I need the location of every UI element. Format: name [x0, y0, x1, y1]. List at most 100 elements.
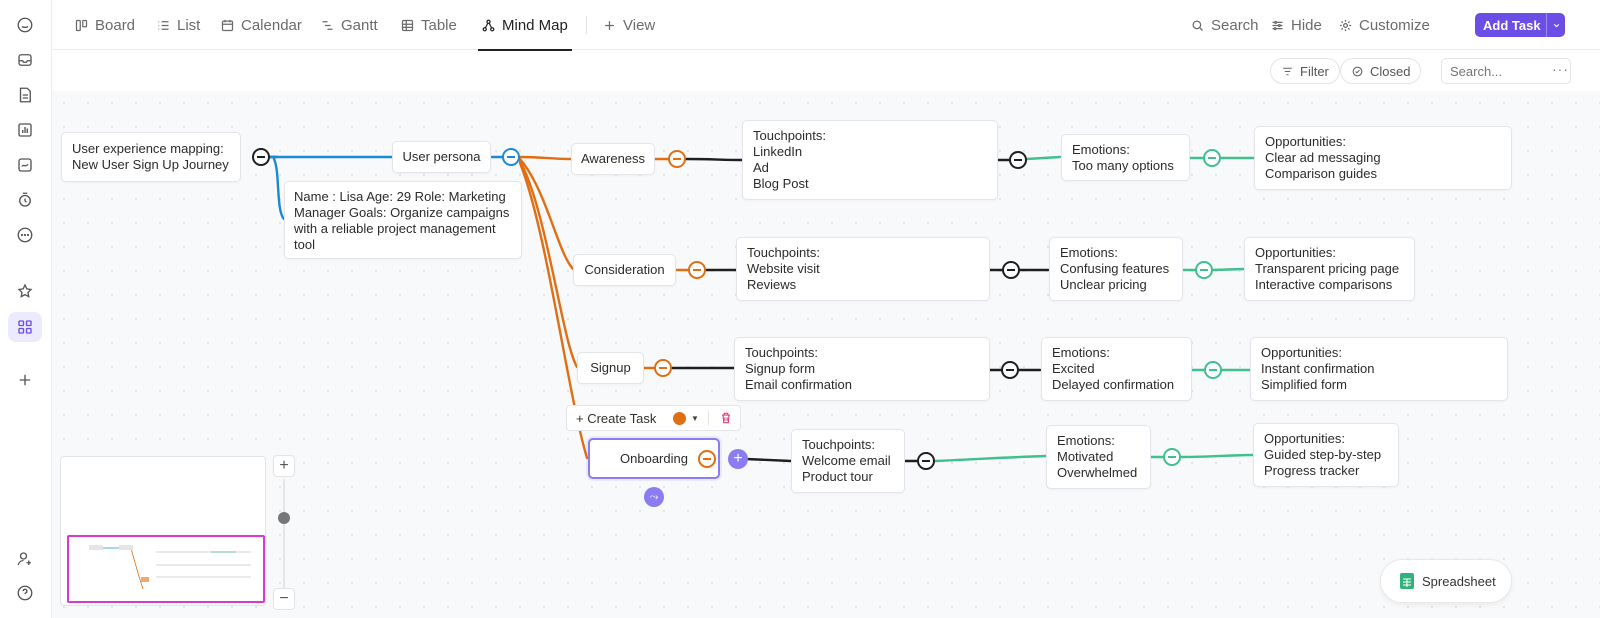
touchpoints-node-onboarding[interactable]: Touchpoints: Welcome email Product tour [791, 429, 905, 493]
zoom-in-button[interactable]: + [273, 455, 295, 477]
search-button[interactable]: Search [1190, 0, 1259, 50]
table-icon [401, 19, 414, 31]
em2-to-op-link [1211, 267, 1246, 272]
tab-mind-map[interactable]: Mind Map [478, 0, 572, 51]
zoom-control: + − [273, 455, 295, 618]
chevron-down-icon[interactable] [1546, 13, 1565, 37]
board-icon [75, 19, 88, 31]
customize-button[interactable]: Customize [1338, 0, 1430, 50]
emotions-node-onboarding[interactable]: Emotions: Motivated Overwhelmed [1046, 425, 1151, 489]
tab-table-label: Table [421, 16, 457, 34]
more-icon[interactable] [8, 220, 42, 250]
opportunities-node-awareness[interactable]: Opportunities: Clear ad messaging Compar… [1254, 126, 1512, 190]
add-view-button[interactable]: View [602, 0, 655, 50]
gantt-icon [322, 20, 333, 30]
hide-label: Hide [1291, 16, 1322, 34]
stage-node-awareness[interactable]: Awareness [571, 143, 655, 175]
emotions-node-awareness[interactable]: Emotions: Too many options [1061, 134, 1190, 181]
customize-label: Customize [1359, 16, 1430, 34]
dashboards-icon[interactable] [8, 115, 42, 145]
caret-down-icon[interactable]: ▼ [691, 414, 699, 423]
persona-to-awareness-link [518, 155, 573, 161]
emotions-node-signup[interactable]: Emotions: Excited Delayed confirmation [1041, 337, 1192, 401]
divider [707, 410, 709, 426]
persona-node[interactable]: User persona [392, 141, 491, 173]
hide-button[interactable]: Hide [1270, 0, 1322, 50]
tab-board-label: Board [95, 16, 136, 34]
docs-icon[interactable] [8, 80, 42, 110]
help-icon[interactable] [8, 578, 42, 608]
spaces-icon[interactable] [8, 312, 42, 342]
stage-node-consideration[interactable]: Consideration [573, 254, 676, 286]
tab-board[interactable]: Board [74, 0, 135, 50]
tab-calendar[interactable]: Calendar [220, 0, 302, 50]
tab-mind-map-label: Mind Map [502, 16, 568, 34]
persona-details-node[interactable]: Name : Lisa Age: 29 Role: Marketing Mana… [284, 181, 522, 259]
collapse-icon[interactable] [1203, 149, 1221, 167]
mindmap-icon [482, 19, 495, 31]
collapse-icon[interactable] [1009, 151, 1027, 169]
tab-list[interactable]: List [156, 0, 200, 50]
touchpoints-node-awareness[interactable]: Touchpoints: LinkedIn Ad Blog Post [742, 120, 998, 200]
tp1-to-em-link [1025, 155, 1062, 161]
zoom-out-button[interactable]: − [273, 588, 295, 610]
calendar-icon [221, 19, 234, 31]
timer-icon[interactable] [8, 185, 42, 215]
favorites-icon[interactable] [8, 276, 42, 306]
em4-to-op-link [1179, 453, 1255, 459]
whiteboards-icon[interactable] [8, 150, 42, 180]
create-task-button[interactable]: + Create Task [567, 411, 665, 426]
collapse-icon[interactable] [688, 261, 706, 279]
closed-button[interactable]: Closed [1340, 58, 1422, 84]
touchpoints-node-consideration[interactable]: Touchpoints: Website visit Reviews [736, 237, 990, 301]
status-color-swatch[interactable] [673, 411, 686, 425]
mind-map-canvas[interactable]: User experience mapping: New User Sign U… [52, 91, 1600, 618]
add-task-button[interactable]: Add Task [1475, 13, 1565, 37]
collapse-icon[interactable] [1163, 448, 1181, 466]
collapse-icon[interactable] [1195, 261, 1213, 279]
node-toolbar: + Create Task ▼ [566, 405, 741, 431]
collapse-icon[interactable] [1001, 361, 1019, 379]
add-child-icon[interactable]: + [728, 449, 748, 469]
collapse-icon[interactable] [502, 148, 520, 166]
filter-bar: Filter Closed ··· [52, 51, 1600, 91]
inbox-icon[interactable] [8, 45, 42, 75]
closed-label: Closed [1370, 63, 1411, 79]
more-options-icon[interactable]: ··· [1552, 61, 1569, 77]
onboarding-to-touchpoints-link [744, 457, 793, 463]
touchpoints-node-signup[interactable]: Touchpoints: Signup form Email confirmat… [734, 337, 990, 401]
root-node[interactable]: User experience mapping: New User Sign U… [61, 132, 241, 182]
add-icon[interactable] [8, 365, 42, 395]
zoom-slider-handle[interactable] [278, 512, 290, 524]
collapse-icon[interactable] [1002, 261, 1020, 279]
collapse-icon[interactable] [1204, 361, 1222, 379]
home-icon[interactable] [8, 10, 42, 40]
check-circle-icon [1352, 66, 1363, 76]
zoom-track[interactable] [283, 479, 285, 589]
tab-table[interactable]: Table [400, 0, 457, 50]
emotions-node-consideration[interactable]: Emotions: Confusing features Unclear pri… [1049, 237, 1183, 301]
collapse-icon[interactable] [698, 450, 716, 468]
collapse-icon[interactable] [654, 359, 672, 377]
collapse-icon[interactable] [917, 452, 935, 470]
stage-node-signup[interactable]: Signup [577, 352, 644, 384]
search-icon [1192, 20, 1203, 31]
add-task-label: Add Task [1483, 17, 1541, 33]
drag-handle-icon[interactable]: ⤳ [644, 487, 664, 507]
minimap-viewport[interactable] [67, 535, 265, 603]
divider [586, 16, 587, 34]
tab-gantt[interactable]: Gantt [320, 0, 378, 50]
minimap[interactable] [60, 456, 266, 606]
opportunities-node-consideration[interactable]: Opportunities: Transparent pricing page … [1244, 237, 1415, 301]
opportunities-node-signup[interactable]: Opportunities: Instant confirmation Simp… [1250, 337, 1508, 401]
filter-button[interactable]: Filter [1270, 58, 1340, 84]
trash-icon[interactable] [719, 411, 733, 425]
collapse-icon[interactable] [252, 148, 270, 166]
collapse-icon[interactable] [668, 150, 686, 168]
tp4-to-em-link [933, 454, 1048, 463]
spreadsheet-button[interactable]: Spreadsheet [1380, 559, 1512, 603]
tab-list-label: List [177, 16, 201, 34]
invite-icon[interactable] [8, 544, 42, 574]
opportunities-node-onboarding[interactable]: Opportunities: Guided step-by-step Progr… [1253, 423, 1399, 487]
view-bar: Board List Calendar Gantt Table Mind Map… [52, 0, 1600, 51]
